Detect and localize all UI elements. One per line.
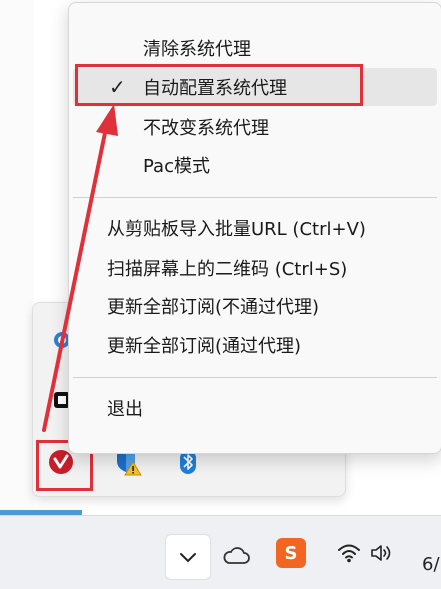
annotation-arrow-icon bbox=[42, 104, 118, 432]
onedrive-cloud-icon[interactable] bbox=[220, 540, 252, 572]
clock-date[interactable]: 6/1 bbox=[422, 554, 441, 575]
sogou-ime-icon[interactable]: S bbox=[276, 538, 306, 568]
taskbar: S 6/1 bbox=[0, 515, 441, 589]
chevron-up-icon bbox=[180, 553, 196, 563]
volume-icon[interactable] bbox=[368, 540, 396, 566]
sogou-ime-label: S bbox=[284, 542, 298, 564]
show-hidden-icons-button[interactable] bbox=[165, 534, 211, 580]
wifi-icon[interactable] bbox=[336, 540, 362, 566]
